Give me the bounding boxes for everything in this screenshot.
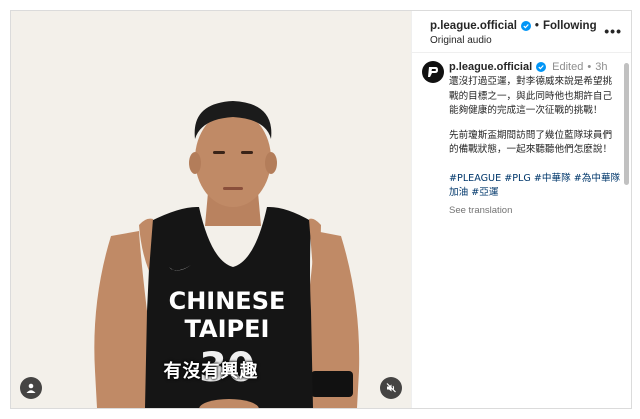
mute-toggle-button[interactable] (380, 377, 402, 399)
video-player[interactable]: CHINESE TAIPEI 30 有沒有興趣 (11, 11, 411, 408)
video-frame: CHINESE TAIPEI 30 (11, 11, 411, 408)
post-side-panel: p.league.official • Following Original a… (411, 11, 631, 408)
speaker-muted-icon (386, 383, 396, 393)
more-options-icon[interactable]: ••• (604, 23, 622, 39)
caption-paragraph-2: 先前瓊斯盃期間訪問了幾位藍隊球員們的備戰狀態，一起來聽聽他們怎麼說！ (449, 129, 613, 156)
verified-badge-icon (520, 21, 531, 31)
scrollbar-thumb[interactable] (624, 63, 629, 185)
edited-label: Edited (552, 61, 584, 73)
tagged-users-button[interactable] (20, 377, 42, 399)
header-username[interactable]: p.league.official (430, 20, 517, 32)
caption-header: p.league.official Edited • 3h (449, 61, 621, 73)
user-icon (26, 383, 36, 393)
caption-paragraph-1: 還沒打過亞運，對李德威來說是希望挑戰的目標之一，與此同時他也期許自己能夠健康的完… (449, 76, 613, 116)
separator-dot: • (587, 61, 592, 73)
avatar[interactable] (422, 61, 444, 83)
original-audio-link[interactable]: Original audio (430, 35, 492, 46)
header-user-row: p.league.official • Following (430, 20, 597, 32)
see-translation-link[interactable]: See translation (449, 205, 621, 216)
post-modal: CHINESE TAIPEI 30 有沒有興趣 p.league.officia… (10, 10, 632, 409)
post-timestamp[interactable]: 3h (595, 61, 607, 73)
jersey-text-line2: TAIPEI (185, 315, 270, 343)
post-header: p.league.official • Following Original a… (412, 11, 631, 53)
verified-badge-icon (536, 62, 547, 72)
video-subtitle: 有沒有興趣 (163, 361, 259, 382)
caption-username[interactable]: p.league.official (449, 61, 532, 73)
separator-dot: • (534, 20, 539, 32)
scrollbar[interactable] (623, 53, 630, 407)
p-league-logo-icon (428, 67, 438, 77)
caption-hashtags[interactable]: #PLEAGUE #PLG #中華隊 #為中華隊加油 #亞運 (449, 172, 621, 201)
following-button[interactable]: Following (543, 20, 597, 32)
jersey-text-line1: CHINESE (169, 287, 286, 315)
